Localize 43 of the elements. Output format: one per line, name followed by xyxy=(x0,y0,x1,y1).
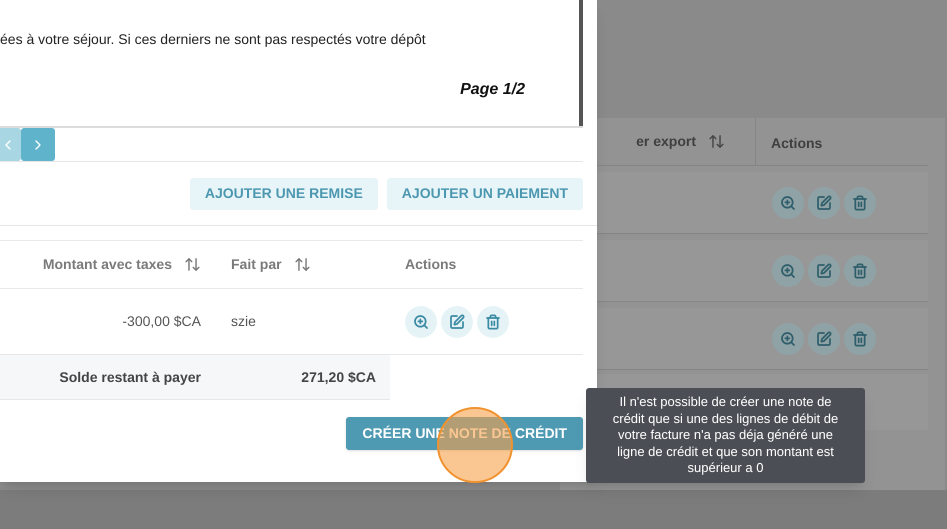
trash-icon xyxy=(852,262,868,278)
pencil-square-icon xyxy=(816,194,832,210)
scrollbar[interactable] xyxy=(579,0,583,126)
zoom-in-button[interactable] xyxy=(405,306,437,338)
delete-button[interactable] xyxy=(844,322,876,354)
zoom-in-icon xyxy=(780,194,796,210)
document-text: ées à votre séjour. Si ces derniers ne sont pas respectés votre dépôt xyxy=(0,30,427,49)
sort-icon[interactable] xyxy=(708,133,725,150)
zoom-in-button[interactable] xyxy=(772,322,804,354)
pencil-square-icon xyxy=(816,330,832,346)
edit-button[interactable] xyxy=(808,254,840,286)
trash-icon xyxy=(852,194,868,210)
column-header: Montant avec taxes xyxy=(42,255,172,274)
pencil-square-icon xyxy=(816,262,832,278)
next-page-button[interactable] xyxy=(21,128,55,161)
zoom-in-button[interactable] xyxy=(772,254,804,286)
zoom-in-icon xyxy=(780,330,796,346)
column-header: er export xyxy=(636,132,696,151)
page-number: Page 1/2 xyxy=(460,80,525,100)
table-cell-text: -300,00 $CA xyxy=(122,312,201,331)
edit-button[interactable] xyxy=(441,306,473,338)
total-label: Solde restant à payer xyxy=(59,368,201,387)
column-header: Fait par xyxy=(231,255,282,274)
sort-icon[interactable] xyxy=(184,256,201,273)
action-button[interactable]: AJOUTER UN PAIEMENT xyxy=(386,178,583,210)
delete-button[interactable] xyxy=(844,186,876,218)
zoom-in-icon xyxy=(413,314,429,330)
delete-button[interactable] xyxy=(477,306,509,338)
tooltip: Il n'est possible de créer une note de crédit que si une des lignes de débit de votre facture n'a pas déja généré une ligne de crédit et que son montant est supérieur a 0 xyxy=(586,388,865,482)
zoom-in-icon xyxy=(780,262,796,278)
zoom-in-button[interactable] xyxy=(772,186,804,218)
edit-button[interactable] xyxy=(808,322,840,354)
column-header: Actions xyxy=(405,255,456,274)
column-header: Actions xyxy=(771,135,822,151)
trash-icon xyxy=(485,314,501,330)
total-value: 271,20 $CA xyxy=(301,368,376,386)
pencil-square-icon xyxy=(449,314,465,330)
delete-button[interactable] xyxy=(844,254,876,286)
action-button[interactable]: AJOUTER UNE REMISE xyxy=(190,178,378,210)
trash-icon xyxy=(852,330,868,346)
table-cell: szie xyxy=(231,312,256,328)
sort-icon[interactable] xyxy=(294,256,311,273)
edit-button[interactable] xyxy=(808,186,840,218)
